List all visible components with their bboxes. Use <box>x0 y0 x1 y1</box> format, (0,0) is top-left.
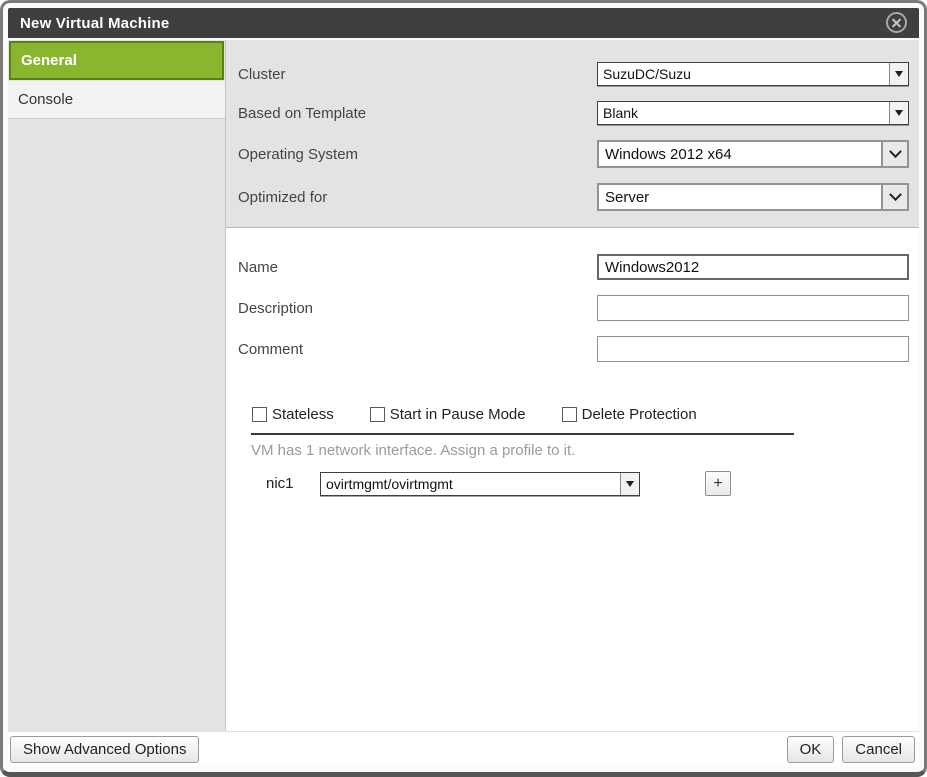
description-row: Description <box>238 295 909 321</box>
comment-row: Comment <box>238 336 909 362</box>
sidebar-item-console[interactable]: Console <box>8 81 225 119</box>
identity-section: Name Description Comment Stateless <box>226 228 919 731</box>
start-in-pause-mode-label: Start in Pause Mode <box>390 406 526 423</box>
dialog-body: General Console Cluster SuzuDC/Suzu Base… <box>8 40 919 731</box>
nic1-profile-value: ovirtmgmt/ovirtmgmt <box>321 473 620 495</box>
main-panel: Cluster SuzuDC/Suzu Based on Template Bl… <box>226 40 919 731</box>
template-label: Based on Template <box>238 105 597 122</box>
network-divider <box>251 433 794 435</box>
vm-flags-row: Stateless Start in Pause Mode Delete Pro… <box>252 406 909 423</box>
ok-button[interactable]: OK <box>787 736 835 763</box>
optimized-value: Server <box>599 185 881 209</box>
sidebar: General Console <box>8 40 226 731</box>
sidebar-item-general[interactable]: General <box>9 41 224 80</box>
dropdown-arrow-icon <box>889 63 908 85</box>
show-advanced-options-button[interactable]: Show Advanced Options <box>10 736 199 763</box>
optimized-row: Optimized for Server <box>238 183 909 211</box>
checkbox-icon <box>562 407 577 422</box>
stateless-label: Stateless <box>272 406 334 423</box>
checkbox-icon <box>252 407 267 422</box>
name-input[interactable] <box>597 254 909 280</box>
nic1-label: nic1 <box>266 475 320 492</box>
chevron-down-icon <box>881 185 907 209</box>
close-icon[interactable] <box>886 12 907 33</box>
add-nic-button[interactable]: + <box>705 471 731 496</box>
optimized-label: Optimized for <box>238 189 597 206</box>
new-vm-dialog: New Virtual Machine General Console Clus… <box>0 0 927 777</box>
dialog-title: New Virtual Machine <box>20 15 169 32</box>
cluster-template-section: Cluster SuzuDC/Suzu Based on Template Bl… <box>226 40 919 228</box>
description-input[interactable] <box>597 295 909 321</box>
dropdown-arrow-icon <box>889 102 908 124</box>
name-row: Name <box>238 254 909 280</box>
stateless-checkbox[interactable]: Stateless <box>252 406 334 423</box>
footer-actions: OK Cancel <box>787 736 915 763</box>
comment-label: Comment <box>238 341 597 358</box>
delete-protection-label: Delete Protection <box>582 406 697 423</box>
os-row: Operating System Windows 2012 x64 <box>238 140 909 168</box>
dialog-titlebar: New Virtual Machine <box>8 8 919 38</box>
dialog-footer: Show Advanced Options OK Cancel <box>8 731 919 767</box>
template-value: Blank <box>598 102 889 124</box>
nic1-row: nic1 ovirtmgmt/ovirtmgmt + <box>266 471 909 496</box>
dropdown-arrow-icon <box>620 473 639 495</box>
cluster-row: Cluster SuzuDC/Suzu <box>238 62 909 86</box>
cancel-button[interactable]: Cancel <box>842 736 915 763</box>
template-dropdown[interactable]: Blank <box>597 101 909 125</box>
cluster-value: SuzuDC/Suzu <box>598 63 889 85</box>
start-in-pause-mode-checkbox[interactable]: Start in Pause Mode <box>370 406 526 423</box>
network-info-text: VM has 1 network interface. Assign a pro… <box>251 442 909 459</box>
os-label: Operating System <box>238 146 597 163</box>
os-select[interactable]: Windows 2012 x64 <box>597 140 909 168</box>
comment-input[interactable] <box>597 336 909 362</box>
optimized-select[interactable]: Server <box>597 183 909 211</box>
delete-protection-checkbox[interactable]: Delete Protection <box>562 406 697 423</box>
template-row: Based on Template Blank <box>238 101 909 125</box>
checkbox-icon <box>370 407 385 422</box>
chevron-down-icon <box>881 142 907 166</box>
os-value: Windows 2012 x64 <box>599 142 881 166</box>
description-label: Description <box>238 300 597 317</box>
nic1-profile-dropdown[interactable]: ovirtmgmt/ovirtmgmt <box>320 472 640 496</box>
cluster-label: Cluster <box>238 66 597 83</box>
name-label: Name <box>238 259 597 276</box>
cluster-dropdown[interactable]: SuzuDC/Suzu <box>597 62 909 86</box>
